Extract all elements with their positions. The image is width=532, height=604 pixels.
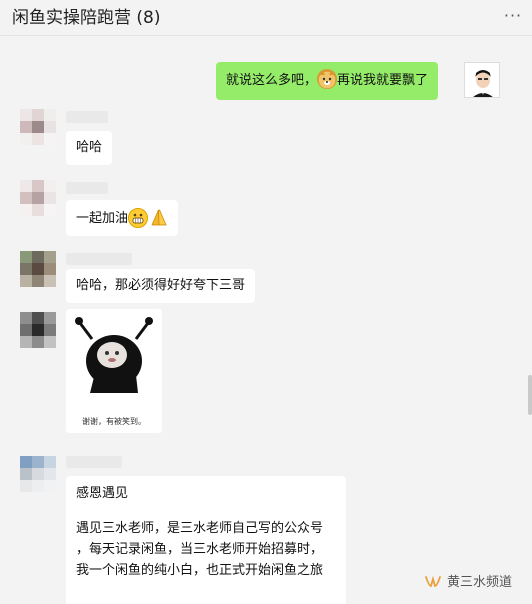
member-avatar[interactable]: [20, 251, 56, 287]
message-text: 一起加油: [76, 211, 129, 226]
message-bubble-incoming[interactable]: 哈哈，那必须得好好夸下三哥: [66, 269, 256, 303]
message-bubble-incoming[interactable]: 感恩遇见 遇见三水老师，是三水老师自己写的公众号 ，每天记录闲鱼，当三水老师开始…: [66, 476, 346, 604]
more-dots-icon[interactable]: ···: [502, 7, 524, 25]
person-avatar-icon: [465, 63, 499, 97]
member-avatar[interactable]: [20, 180, 56, 216]
message-bubble-incoming[interactable]: 一起加油: [66, 200, 179, 236]
chat-header: 闲鱼实操陪跑营 (8) ···: [0, 0, 532, 36]
message-text: 哈哈，那必须得好好夸下三哥: [76, 278, 246, 293]
member-avatar[interactable]: [20, 312, 56, 348]
sticker-caption: 谢谢，有被笑到。: [82, 417, 146, 426]
message-text: 哈哈: [76, 140, 103, 155]
message-bubble-outgoing[interactable]: 就说这么多吧， 再说我就要飘了: [216, 62, 439, 100]
member-avatar[interactable]: [20, 109, 56, 145]
member-avatar[interactable]: [20, 456, 56, 492]
message-line: ，每天记录闲鱼，当三水老师开始招募时，: [76, 542, 324, 557]
message-bubble-incoming[interactable]: 哈哈: [66, 131, 113, 165]
member-name-blurred: [66, 182, 108, 194]
chat-title: 闲鱼实操陪跑营 (8): [12, 8, 161, 28]
member-name-blurred: [66, 253, 132, 265]
sticker-image[interactable]: 谢谢，有被笑到。: [66, 309, 162, 433]
pray-hands-emoji-icon: [148, 207, 168, 227]
message-text-part: 再说我就要飘了: [337, 73, 429, 88]
message-line: 我一个闲鱼的纯小白，也正式开始闲鱼之旅: [76, 563, 324, 578]
doge-emoji-icon: [317, 69, 338, 89]
my-avatar[interactable]: [464, 62, 500, 98]
grin-emoji-icon: [128, 208, 149, 228]
message-line: 遇见三水老师，是三水老师自己写的公众号: [76, 521, 324, 536]
message-list[interactable]: 就说这么多吧， 再说我就要飘了 哈哈 一起加油 哈哈，那必须得好好夸下三哥 谢谢…: [0, 37, 532, 604]
member-name-blurred: [66, 111, 108, 123]
message-line: 感恩遇见: [76, 486, 129, 501]
wechat-channel-icon: [425, 574, 441, 588]
message-text-part: 就说这么多吧，: [226, 73, 318, 88]
scrollbar-thumb[interactable]: [528, 375, 532, 415]
member-name-blurred: [66, 456, 122, 468]
channel-watermark: 黄三水频道: [425, 571, 512, 590]
meme-sticker-icon: [75, 317, 153, 393]
watermark-text: 黄三水频道: [447, 575, 513, 590]
